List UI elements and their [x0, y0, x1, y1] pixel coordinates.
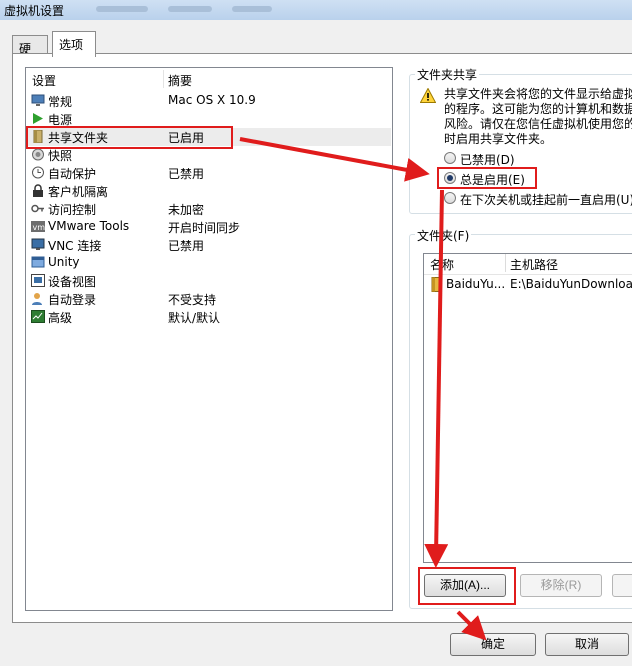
warning-icon: [420, 88, 436, 103]
advanced-icon: [31, 310, 45, 323]
column-divider: [163, 70, 164, 88]
folders-title: 文件夹(F): [415, 227, 472, 244]
header-divider: [424, 274, 632, 275]
folder-sharing-title: 文件夹共享: [415, 66, 480, 83]
highlight-box-shared-folders: [26, 126, 233, 149]
folders-table[interactable]: [423, 253, 632, 563]
shared-folder-icon: [431, 277, 441, 292]
window-title: 虚拟机设置: [4, 4, 65, 18]
highlight-box-always-enabled: [437, 167, 537, 189]
blurred-title-text: [168, 6, 212, 12]
table-row[interactable]: BaiduYu... E:\BaiduYunDownload: [424, 276, 632, 294]
folder-name: BaiduYu...: [446, 277, 506, 291]
settings-row-device-view[interactable]: 设备视图: [27, 272, 391, 290]
column-header-setting: 设置: [32, 74, 57, 88]
clock-icon: [32, 166, 44, 179]
settings-row-vmware-tools[interactable]: vm VMware Tools 开启时间同步: [27, 218, 391, 236]
settings-row-general[interactable]: 常规 Mac OS X 10.9: [27, 92, 391, 110]
properties-button[interactable]: [612, 574, 632, 597]
radio-button[interactable]: [444, 192, 456, 204]
warning-text: 共享文件夹会将您的文件显示给虚拟 的程序。这可能为您的计算机和数据 风险。请仅在…: [444, 87, 632, 146]
settings-row-autologin[interactable]: 自动登录 不受支持: [27, 290, 391, 308]
vnc-icon: [31, 238, 45, 250]
tab-options[interactable]: 选项: [52, 31, 96, 57]
folder-host-path: E:\BaiduYunDownload: [510, 277, 632, 291]
column-header-name[interactable]: 名称: [430, 256, 454, 274]
settings-row-autoprotect[interactable]: 自动保护 已禁用: [27, 164, 391, 182]
remove-button[interactable]: 移除(R): [520, 574, 602, 597]
user-icon: [32, 293, 42, 305]
settings-row-guest-isolation[interactable]: 客户机隔离: [27, 182, 391, 200]
snapshot-icon: [32, 148, 44, 161]
vmware-icon: vm: [31, 221, 46, 232]
cancel-button[interactable]: 取消: [545, 633, 629, 656]
ok-button[interactable]: 确定: [450, 633, 536, 656]
settings-row-advanced[interactable]: 高级 默认/默认: [27, 308, 391, 326]
settings-row-vnc[interactable]: VNC 连接 已禁用: [27, 236, 391, 254]
settings-row-access-control[interactable]: 访问控制 未加密: [27, 200, 391, 218]
unity-icon: [31, 256, 45, 268]
radio-button[interactable]: [444, 152, 456, 164]
lock-icon: [33, 184, 43, 197]
svg-text:vm: vm: [33, 223, 46, 232]
blurred-title-text: [232, 6, 272, 12]
monitor-icon: [31, 94, 45, 106]
key-icon: [31, 204, 44, 213]
highlight-box-add: [418, 567, 516, 605]
play-icon: [33, 113, 43, 124]
blurred-title-text: [96, 6, 148, 12]
title-bar: 虚拟机设置: [0, 0, 632, 20]
column-header-host-path[interactable]: 主机路径: [510, 256, 558, 274]
device-view-icon: [31, 274, 45, 287]
settings-row-unity[interactable]: Unity: [27, 254, 391, 272]
column-header-summary: 摘要: [168, 74, 193, 88]
column-divider[interactable]: [505, 254, 506, 272]
